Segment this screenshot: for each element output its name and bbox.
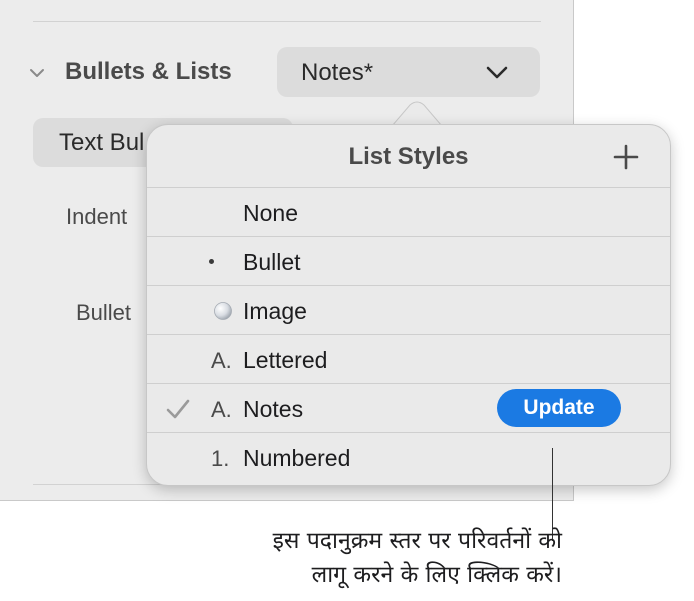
- section-title: Bullets & Lists: [65, 58, 232, 85]
- list-style-label: Bullet: [243, 249, 301, 275]
- list-style-item-notes[interactable]: A. Notes Update: [147, 383, 670, 433]
- plus-icon[interactable]: [612, 143, 640, 171]
- bullet-type-value: Text Bul: [59, 129, 145, 156]
- callout-line-2: लागू करने के लिए क्लिक करें।: [311, 562, 562, 588]
- list-style-item-image[interactable]: Image: [147, 285, 670, 335]
- lettered-marker: A.: [211, 397, 232, 422]
- list-style-label: Lettered: [243, 347, 328, 373]
- list-style-item-none[interactable]: None: [147, 187, 670, 237]
- bullet-label: Bullet: [76, 300, 132, 325]
- list-style-item-bullet[interactable]: Bullet: [147, 236, 670, 286]
- list-style-value: Notes*: [301, 59, 374, 86]
- lettered-marker: A.: [211, 348, 232, 373]
- callout-line-1: इस पदानुक्रम स्तर पर परिवर्तनों को: [272, 528, 562, 554]
- list-style-label: Image: [243, 298, 307, 324]
- section-divider: [33, 21, 541, 22]
- callout-text: इस पदानुक्रम स्तर पर परिवर्तनों को लागू …: [42, 524, 562, 592]
- popover-title: List Styles: [348, 143, 469, 170]
- checkmark-icon: [166, 399, 190, 419]
- update-button[interactable]: Update: [497, 389, 621, 427]
- list-style-item-numbered[interactable]: 1. Numbered: [147, 432, 670, 482]
- list-styles-popover: List Styles None Bullet Image A. Lettere…: [146, 124, 671, 486]
- list-style-popup-button[interactable]: Notes*: [277, 47, 540, 97]
- chevron-down-icon[interactable]: [28, 64, 46, 82]
- image-bullet-icon: [214, 302, 232, 320]
- list-style-label: None: [243, 200, 298, 226]
- list-style-item-lettered[interactable]: A. Lettered: [147, 334, 670, 384]
- chevron-down-icon: [486, 66, 508, 79]
- bullet-marker: [209, 259, 214, 264]
- numbered-marker: 1.: [211, 446, 230, 471]
- list-style-label: Numbered: [243, 445, 351, 471]
- indent-label: Indent: [66, 204, 128, 229]
- list-style-label: Notes: [243, 396, 304, 422]
